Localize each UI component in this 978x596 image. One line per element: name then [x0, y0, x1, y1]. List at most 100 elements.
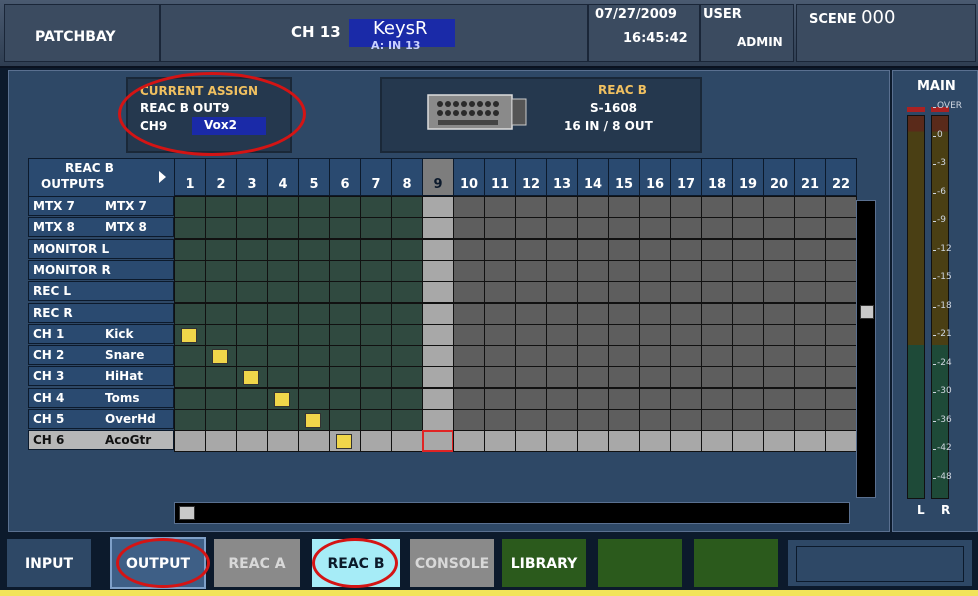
patch-cell[interactable]	[267, 366, 299, 388]
patch-cell[interactable]	[236, 430, 268, 452]
patch-cell[interactable]	[174, 366, 206, 388]
patch-cell[interactable]	[577, 366, 609, 388]
patch-cell[interactable]	[453, 260, 485, 282]
vertical-scroll-thumb[interactable]	[860, 305, 874, 319]
patch-cell[interactable]	[670, 409, 702, 431]
patch-cell[interactable]	[267, 324, 299, 346]
patch-cell[interactable]	[732, 366, 764, 388]
patch-cell[interactable]	[329, 281, 361, 303]
patch-cell[interactable]	[825, 430, 857, 452]
patch-cell[interactable]	[422, 366, 454, 388]
patch-cell[interactable]	[608, 239, 640, 261]
patch-cell[interactable]	[546, 409, 578, 431]
patch-cell[interactable]	[670, 303, 702, 325]
patch-cell[interactable]	[608, 217, 640, 239]
patch-cell[interactable]	[391, 345, 423, 367]
column-header-1[interactable]: 1	[174, 158, 206, 196]
column-header-11[interactable]: 11	[484, 158, 516, 196]
patch-cell[interactable]	[236, 239, 268, 261]
patch-cell[interactable]	[453, 239, 485, 261]
patch-cell[interactable]	[360, 345, 392, 367]
patch-cell[interactable]	[701, 409, 733, 431]
patch-cell[interactable]	[515, 281, 547, 303]
patch-cell[interactable]	[608, 345, 640, 367]
column-header-21[interactable]: 21	[794, 158, 826, 196]
patch-cell[interactable]	[298, 324, 330, 346]
patch-cell[interactable]	[546, 239, 578, 261]
patch-cell[interactable]	[453, 345, 485, 367]
user-box[interactable]: USER ADMIN	[700, 4, 794, 62]
patch-cell[interactable]	[546, 324, 578, 346]
patch-cell[interactable]	[794, 430, 826, 452]
patch-cell[interactable]	[577, 303, 609, 325]
row-header[interactable]: CH 3 HiHat	[28, 366, 174, 386]
patch-cell[interactable]	[267, 239, 299, 261]
patch-cell[interactable]	[515, 430, 547, 452]
patch-cell[interactable]	[391, 260, 423, 282]
tab-input[interactable]: INPUT	[5, 537, 93, 589]
patch-cell[interactable]	[670, 196, 702, 218]
patch-cell[interactable]	[701, 196, 733, 218]
patch-cell[interactable]	[174, 196, 206, 218]
patch-cell[interactable]	[639, 366, 671, 388]
row-header[interactable]: MTX 7 MTX 7	[28, 196, 174, 216]
patch-cell[interactable]	[577, 430, 609, 452]
patch-cell[interactable]	[205, 217, 237, 239]
vertical-scrollbar[interactable]	[856, 200, 876, 498]
patch-cell[interactable]	[267, 409, 299, 431]
patch-cell[interactable]	[360, 324, 392, 346]
patch-cell[interactable]	[236, 409, 268, 431]
patch-cell[interactable]	[701, 388, 733, 410]
patch-cell[interactable]	[608, 430, 640, 452]
patch-cell[interactable]	[546, 430, 578, 452]
patch-cell[interactable]	[391, 196, 423, 218]
patch-cell[interactable]	[422, 281, 454, 303]
patch-cell[interactable]	[422, 388, 454, 410]
patch-cell[interactable]	[422, 196, 454, 218]
patch-cell[interactable]	[298, 366, 330, 388]
column-header-15[interactable]: 15	[608, 158, 640, 196]
patch-cell[interactable]	[360, 217, 392, 239]
column-header-8[interactable]: 8	[391, 158, 423, 196]
patch-cell[interactable]	[298, 239, 330, 261]
patch-cell[interactable]	[608, 324, 640, 346]
patch-cell[interactable]	[639, 324, 671, 346]
row-header[interactable]: REC R	[28, 303, 174, 323]
patch-cell[interactable]	[701, 217, 733, 239]
patch-cell[interactable]	[174, 388, 206, 410]
patch-cell[interactable]	[515, 196, 547, 218]
patch-cell[interactable]	[608, 196, 640, 218]
patch-cell[interactable]	[267, 260, 299, 282]
column-header-3[interactable]: 3	[236, 158, 268, 196]
patch-cell[interactable]	[484, 303, 516, 325]
row-header[interactable]: MTX 8 MTX 8	[28, 217, 174, 237]
patch-cell[interactable]	[670, 281, 702, 303]
patch-cell[interactable]	[267, 281, 299, 303]
patch-cell[interactable]	[360, 366, 392, 388]
patch-cell[interactable]	[794, 366, 826, 388]
patch-cell[interactable]	[391, 217, 423, 239]
patch-cell[interactable]	[732, 430, 764, 452]
patch-cell[interactable]	[422, 324, 454, 346]
patch-cell[interactable]	[701, 281, 733, 303]
patch-cell[interactable]	[360, 388, 392, 410]
column-header-2[interactable]: 2	[205, 158, 237, 196]
patch-cell[interactable]	[763, 239, 795, 261]
patch-cell[interactable]	[360, 260, 392, 282]
patch-cell[interactable]	[639, 239, 671, 261]
patch-cell[interactable]	[794, 409, 826, 431]
patch-cell[interactable]	[639, 260, 671, 282]
patch-cell[interactable]	[422, 217, 454, 239]
patch-cell[interactable]	[453, 217, 485, 239]
patch-cell[interactable]	[391, 324, 423, 346]
patch-cell[interactable]	[763, 324, 795, 346]
patch-cell[interactable]	[174, 324, 206, 346]
patch-cell[interactable]	[546, 281, 578, 303]
column-header-14[interactable]: 14	[577, 158, 609, 196]
patch-cell[interactable]	[577, 217, 609, 239]
patch-cell[interactable]	[453, 409, 485, 431]
patch-cell[interactable]	[794, 196, 826, 218]
patch-cell[interactable]	[298, 388, 330, 410]
patch-cell[interactable]	[484, 430, 516, 452]
patch-cell[interactable]	[174, 281, 206, 303]
